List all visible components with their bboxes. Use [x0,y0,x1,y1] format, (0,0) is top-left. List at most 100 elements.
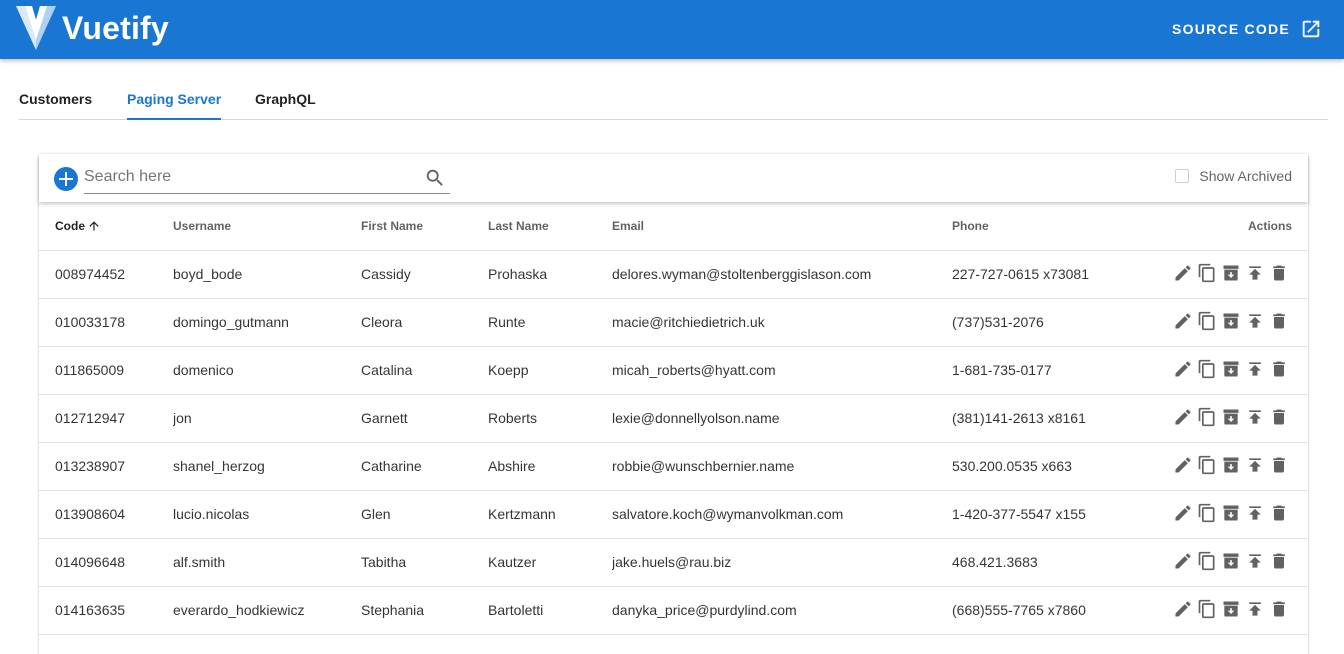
copy-icon[interactable] [1197,501,1217,525]
cell-username: shanel_herzog [173,442,361,491]
column-header-username[interactable]: Username [173,202,361,251]
search-input[interactable] [84,166,414,188]
table-toolbar: Show Archived [39,154,1308,202]
tab-bar: Customers Paging Server GraphQL [19,80,1328,120]
cell-phone: 227-727-0615 x73081 [952,250,1162,299]
delete-icon[interactable] [1269,549,1289,573]
tab-customers[interactable]: Customers [19,80,92,120]
upload-icon[interactable] [1245,501,1265,525]
cell-phone: (737)531-2076 [952,298,1162,347]
upload-icon[interactable] [1245,309,1265,333]
copy-icon[interactable] [1197,405,1217,429]
column-header-phone[interactable]: Phone [952,202,1162,251]
copy-icon[interactable] [1197,453,1217,477]
cell-phone: 1-420-377-5547 x155 [952,490,1162,539]
cell-first-name: Glen [361,490,488,539]
copy-icon[interactable] [1197,261,1217,285]
cell-first-name: Tabitha [361,538,488,587]
table-row[interactable]: 011865009 domenico Catalina Koepp micah_… [39,346,1308,395]
delete-icon[interactable] [1269,405,1289,429]
column-header-email[interactable]: Email [612,202,952,251]
upload-icon[interactable] [1245,357,1265,381]
edit-icon[interactable] [1173,261,1193,285]
archive-icon[interactable] [1221,261,1241,285]
archive-icon[interactable] [1221,453,1241,477]
cell-first-name: Garnett [361,394,488,443]
tab-paging-server[interactable]: Paging Server [127,80,222,120]
table-row[interactable]: 008974452 boyd_bode Cassidy Prohaska del… [39,250,1308,299]
edit-icon[interactable] [1173,405,1193,429]
delete-icon[interactable] [1269,501,1289,525]
cell-code: 014096648 [39,538,173,587]
cell-first-name: Stephania [361,586,488,635]
cell-username: domenico [173,346,361,395]
upload-icon[interactable] [1245,597,1265,621]
copy-icon[interactable] [1197,597,1217,621]
source-code-button[interactable]: SOURCE CODE [1172,16,1322,42]
archive-icon[interactable] [1221,357,1241,381]
copy-icon[interactable] [1197,309,1217,333]
archive-icon[interactable] [1221,549,1241,573]
edit-icon[interactable] [1173,309,1193,333]
upload-icon[interactable] [1245,261,1265,285]
edit-icon[interactable] [1173,597,1193,621]
table-row[interactable]: 012712947 jon Garnett Roberts lexie@donn… [39,394,1308,443]
show-archived-checkbox[interactable] [1175,169,1190,183]
cell-last-name: Kautzer [488,538,612,587]
cell-first-name: Catalina [361,346,488,395]
search-icon[interactable] [424,167,446,189]
cell-phone: (381)141-2613 x8161 [952,394,1162,443]
archive-icon[interactable] [1221,597,1241,621]
cell-actions [1162,490,1308,539]
add-customer-button[interactable] [54,167,78,191]
search-field [84,162,450,194]
app-bar: Vuetify SOURCE CODE [0,0,1344,59]
cell-actions [1162,538,1308,587]
cell-email: salvatore.koch@wymanvolkman.com [612,490,952,539]
upload-icon[interactable] [1245,549,1265,573]
tab-graphql[interactable]: GraphQL [255,80,316,120]
column-header-last-name[interactable]: Last Name [488,202,612,251]
edit-icon[interactable] [1173,501,1193,525]
upload-icon[interactable] [1245,405,1265,429]
delete-icon[interactable] [1269,309,1289,333]
upload-icon[interactable] [1245,453,1265,477]
cell-code: 010033178 [39,298,173,347]
copy-icon[interactable] [1197,357,1217,381]
table-row[interactable]: 010033178 domingo_gutmann Cleora Runte m… [39,298,1308,347]
table-row[interactable]: 013238907 shanel_herzog Catharine Abshir… [39,442,1308,491]
cell-phone: 468.421.3683 [952,538,1162,587]
delete-icon[interactable] [1269,453,1289,477]
cell-last-name: Kertzmann [488,490,612,539]
archive-icon[interactable] [1221,501,1241,525]
cell-email: delores.wyman@stoltenberggislason.com [612,250,952,299]
edit-icon[interactable] [1173,453,1193,477]
column-header-code[interactable]: Code [39,202,173,251]
cell-code: 008974452 [39,250,173,299]
table-row[interactable]: 013908604 lucio.nicolas Glen Kertzmann s… [39,490,1308,539]
edit-icon[interactable] [1173,549,1193,573]
table-row[interactable]: 014163635 everardo_hodkiewicz Stephania … [39,586,1308,635]
archive-icon[interactable] [1221,309,1241,333]
column-header-first-name[interactable]: First Name [361,202,488,251]
cell-code: 011865009 [39,346,173,395]
cell-actions [1162,442,1308,491]
cell-last-name: Runte [488,298,612,347]
delete-icon[interactable] [1269,261,1289,285]
cell-username: everardo_hodkiewicz [173,586,361,635]
customers-table: Code Username First Name Last Name Email… [39,202,1308,635]
delete-icon[interactable] [1269,597,1289,621]
cell-email: danyka_price@purdylind.com [612,586,952,635]
delete-icon[interactable] [1269,357,1289,381]
cell-code: 013238907 [39,442,173,491]
vuetify-logo-icon [16,6,56,50]
cell-username: jon [173,394,361,443]
customers-card: Show Archived Code Username First Name L… [39,154,1308,654]
archive-icon[interactable] [1221,405,1241,429]
copy-icon[interactable] [1197,549,1217,573]
table-row[interactable]: 014096648 alf.smith Tabitha Kautzer jake… [39,538,1308,587]
edit-icon[interactable] [1173,357,1193,381]
cell-phone: (668)555-7765 x7860 [952,586,1162,635]
show-archived-toggle[interactable]: Show Archived [1175,168,1292,184]
cell-last-name: Abshire [488,442,612,491]
